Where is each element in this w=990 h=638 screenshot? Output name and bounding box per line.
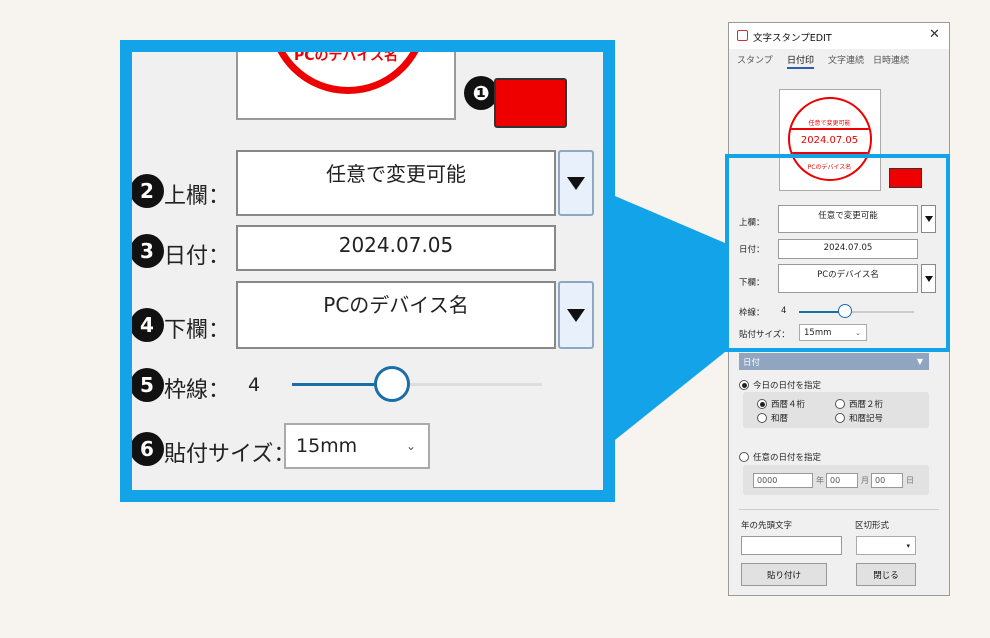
prefix-input[interactable]	[741, 536, 842, 555]
border-slider-thumb[interactable]	[374, 366, 410, 402]
japanese-label: 和暦	[771, 414, 789, 424]
radio-icon	[757, 399, 767, 409]
separator-label: 区切形式	[855, 521, 890, 531]
badge-3: 3	[132, 234, 164, 268]
stamp-divider-top	[790, 128, 869, 130]
highlight-frame	[725, 154, 950, 352]
prefix-label: 年の先頭文字	[741, 521, 793, 531]
upper-label: 上欄：	[164, 184, 231, 209]
day-input[interactable]: 00	[871, 473, 903, 488]
border-value: 4	[248, 374, 261, 396]
title-bar: 文字スタンプEDIT ✕	[729, 23, 949, 49]
date-section-label: 日付	[743, 357, 761, 368]
close-icon[interactable]: ✕	[929, 27, 940, 42]
date-field[interactable]: 2024.07.05	[236, 225, 556, 271]
stamp-circle	[268, 52, 428, 94]
upper-dropdown-button[interactable]	[558, 150, 594, 216]
lower-label: 下欄：	[164, 318, 231, 343]
japanese-symbol-option[interactable]: 和暦記号	[835, 412, 883, 424]
badge-5: 5	[132, 368, 164, 402]
year-input[interactable]: 0000	[753, 473, 813, 488]
date-label: 日付：	[164, 244, 231, 269]
close-button[interactable]: 閉じる	[856, 563, 916, 586]
badge-1: ❶	[464, 76, 498, 110]
radio-icon	[739, 380, 749, 390]
today-options-group: 西暦４桁 西暦２桁 和暦 和暦記号	[743, 392, 929, 428]
custom-date-label: 任意の日付を指定	[753, 453, 822, 463]
custom-date-group: 0000 年 00 月 00 日	[743, 465, 929, 495]
radio-icon	[835, 413, 845, 423]
today-date-option[interactable]: 今日の日付を指定	[739, 379, 821, 391]
year-unit: 年	[816, 476, 824, 485]
western4-option[interactable]: 西暦４桁	[757, 398, 805, 410]
stamp-date-text: 2024.07.05	[800, 135, 859, 146]
triangle-down-icon	[567, 308, 585, 322]
western2-label: 西暦２桁	[849, 400, 884, 410]
badge-2: 2	[132, 174, 164, 208]
stamp-color-button[interactable]	[494, 78, 567, 128]
lower-field[interactable]: PCのデバイス名	[236, 281, 556, 349]
border-slider-track[interactable]	[292, 383, 542, 386]
triangle-down-icon: ▾	[906, 541, 910, 550]
custom-date-option[interactable]: 任意の日付を指定	[739, 451, 821, 463]
radio-icon	[739, 452, 749, 462]
stamp-bottom-text: PCのデバイス名	[293, 48, 399, 64]
tab-date-stamp[interactable]: 日付印	[787, 53, 815, 69]
month-input[interactable]: 00	[826, 473, 858, 488]
paste-button[interactable]: 貼り付け	[741, 563, 827, 586]
upper-field[interactable]: 任意で変更可能	[236, 150, 556, 216]
radio-icon	[835, 399, 845, 409]
stamp-top-text: 任意で変更可能	[808, 120, 851, 127]
today-date-label: 今日の日付を指定	[753, 381, 822, 391]
western2-option[interactable]: 西暦２桁	[835, 398, 883, 410]
japanese-option[interactable]: 和暦	[757, 412, 788, 424]
japanese-symbol-label: 和暦記号	[849, 414, 884, 424]
border-label: 枠線：	[164, 378, 231, 403]
window-title: 文字スタンプEDIT	[753, 33, 832, 44]
size-select-value: 15mm	[296, 435, 358, 457]
chevron-down-icon: ⌄	[405, 439, 416, 453]
date-section-header[interactable]: 日付 ▼	[739, 353, 929, 370]
stamp-app-icon	[737, 30, 748, 41]
triangle-down-icon: ▼	[916, 357, 923, 366]
day-unit: 日	[906, 476, 914, 485]
triangle-down-icon	[567, 176, 585, 190]
size-label: 貼付サイズ：	[164, 442, 296, 467]
divider	[739, 509, 939, 510]
size-select[interactable]: 15mm ⌄	[284, 423, 430, 469]
radio-icon	[757, 413, 767, 423]
tab-stamp[interactable]: スタンプ	[737, 53, 773, 66]
tab-text-sequence[interactable]: 文字連続	[828, 53, 864, 66]
lower-dropdown-button[interactable]	[558, 281, 594, 349]
badge-4: 4	[132, 308, 164, 342]
western4-label: 西暦４桁	[771, 400, 806, 410]
stamp-preview: PCのデバイス名	[236, 48, 456, 120]
tab-datetime-sequence[interactable]: 日時連続	[873, 53, 909, 66]
month-unit: 月	[861, 476, 869, 485]
badge-6: 6	[132, 432, 164, 466]
zoom-callout: PCのデバイス名 ❶ 2 上欄： 任意で変更可能 3 日付： 2024.07.0…	[120, 40, 615, 502]
separator-select[interactable]: ▾	[856, 536, 916, 555]
